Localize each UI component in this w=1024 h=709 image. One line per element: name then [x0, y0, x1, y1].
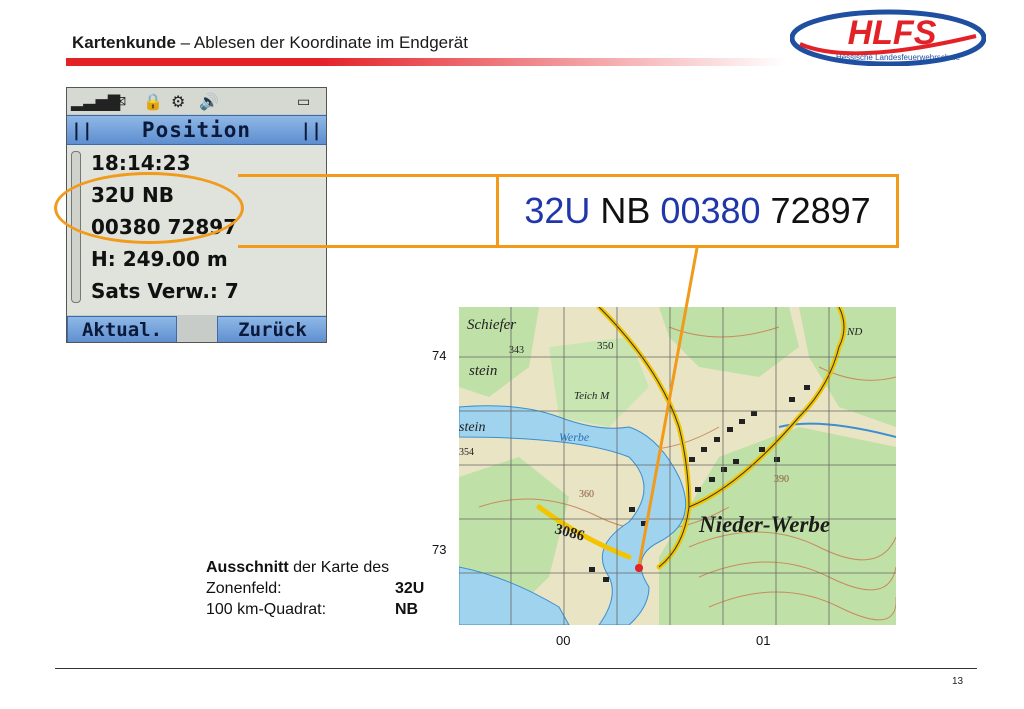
- map-label-343: 343: [509, 345, 524, 356]
- map-label-360: 360: [579, 489, 594, 500]
- map-label-nd: ND: [846, 326, 862, 338]
- page-title: Kartenkunde – Ablesen der Koordinate im …: [72, 33, 468, 53]
- coord-easting: 00380: [660, 190, 761, 231]
- map-label-teich: Teich M: [574, 390, 610, 402]
- title-bold: Kartenkunde: [72, 33, 176, 52]
- map-label-350: 350: [597, 340, 614, 352]
- satellites-readout: Sats Verw.: 7: [91, 279, 239, 303]
- map-label-stein-2: stein: [459, 420, 485, 435]
- coord-zone: 32U: [524, 190, 591, 231]
- height-readout: H: 249.00 m: [91, 247, 228, 271]
- zone-value: 32U: [395, 580, 425, 597]
- lock-icon: 🔒: [143, 92, 163, 111]
- map-x-label-01: 01: [756, 633, 771, 648]
- screen-title: Position: [141, 118, 252, 142]
- caption-bold: Ausschnitt: [206, 559, 289, 576]
- map-label-schiefer: Schiefer: [467, 317, 516, 333]
- map-label-354: 354: [459, 447, 474, 458]
- map-label-werbe: Werbe: [559, 430, 590, 444]
- map-y-label-74: 74: [432, 348, 447, 363]
- logo-subtitle: Hessische Landesfeuerwehrschule: [836, 53, 961, 62]
- map-label-stein: stein: [469, 363, 497, 379]
- battery-icon: ▭: [297, 94, 311, 110]
- speaker-icon: 🔊: [199, 92, 219, 111]
- settings-icon: ⚙: [171, 92, 186, 111]
- footer-divider: [55, 668, 977, 669]
- message-icon: ✉: [113, 92, 127, 111]
- softkey-aktual[interactable]: Aktual.: [67, 316, 177, 342]
- hlfs-logo: HLFS Hessische Landesfeuerwehrschule: [790, 9, 986, 66]
- logo-text: HLFS: [848, 14, 937, 52]
- title-underline: [66, 58, 786, 66]
- connector-top: [238, 174, 498, 177]
- coord-northing: 72897: [770, 190, 871, 231]
- page-number: 13: [952, 676, 964, 687]
- position-marker: [635, 564, 643, 572]
- screen-header: || Position ||: [67, 115, 326, 145]
- title-rest: – Ablesen der Koordinate im Endgerät: [175, 33, 468, 52]
- map-y-label-73: 73: [432, 542, 447, 557]
- softkey-zurueck[interactable]: Zurück: [217, 316, 326, 342]
- zone-label: Zonenfeld:: [206, 580, 282, 597]
- map-caption: Ausschnitt der Karte des Zonenfeld: 32U 1…: [206, 557, 424, 620]
- map-x-label-00: 00: [556, 633, 571, 648]
- topographic-map: Schiefer 343 350 stein Teich M Werbe ste…: [459, 307, 896, 625]
- map-label-390: 390: [774, 474, 789, 485]
- caption-rest: der Karte des: [288, 559, 390, 576]
- header-mark-right: ||: [300, 120, 322, 141]
- square-label: 100 km-Quadrat:: [206, 601, 327, 618]
- highlight-ellipse: [54, 172, 244, 244]
- coordinate-callout: 32U NB 00380 72897: [496, 174, 899, 248]
- square-value: NB: [395, 601, 419, 618]
- coord-square: NB: [600, 190, 651, 231]
- status-bar: ▂▃▅▇ ✉ 🔒 ⚙ 🔊 ▭: [67, 88, 326, 114]
- connector-bottom: [238, 245, 498, 248]
- map-place-name: Nieder-Werbe: [698, 512, 830, 537]
